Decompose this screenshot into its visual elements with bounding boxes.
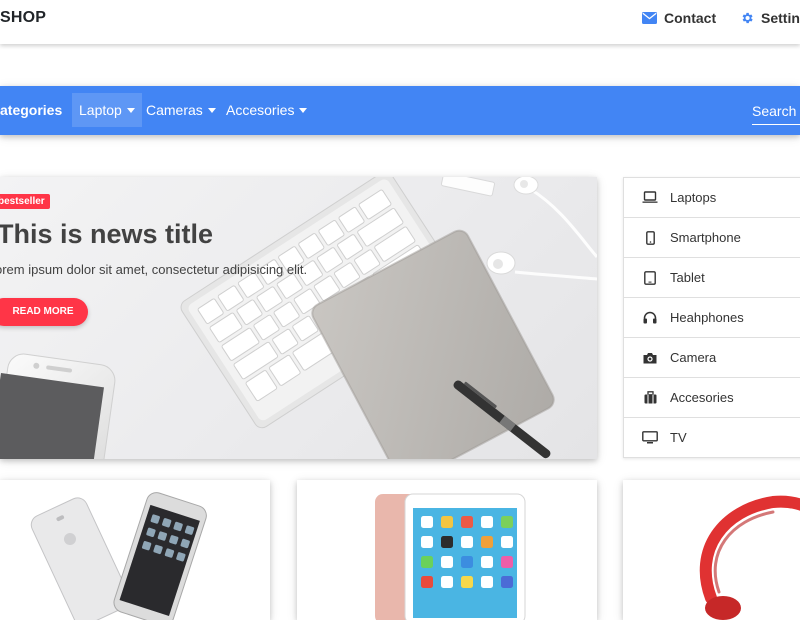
tv-icon xyxy=(641,431,659,444)
tablet-image xyxy=(375,493,526,620)
category-label: Tablet xyxy=(670,270,705,285)
product-card-tablet[interactable] xyxy=(297,480,597,620)
category-label: Camera xyxy=(670,350,717,365)
envelope-icon xyxy=(642,12,657,24)
brand-logo[interactable]: SHOP xyxy=(0,9,46,27)
smartphone-icon xyxy=(641,230,659,245)
search-input[interactable] xyxy=(752,98,800,125)
camera-icon xyxy=(641,352,659,364)
category-list: Laptops Smartphone Tablet Heahphones Cam… xyxy=(623,177,800,458)
category-item-tablet[interactable]: Tablet xyxy=(624,258,800,298)
category-label: Smartphone xyxy=(670,230,741,245)
nav-dropdown-label: Cameras xyxy=(146,102,203,118)
tablet-icon xyxy=(641,270,659,285)
category-item-laptops[interactable]: Laptops xyxy=(624,178,800,218)
laptop-icon xyxy=(641,191,659,204)
category-item-accesories[interactable]: Accesories xyxy=(624,378,800,418)
category-item-tv[interactable]: TV xyxy=(624,418,800,457)
nav-dropdown-label: Laptop xyxy=(79,102,122,118)
smartphones-image xyxy=(30,492,207,620)
hero-title: This is news title xyxy=(0,219,214,249)
contact-link[interactable]: Contact xyxy=(642,10,716,26)
category-label: Heahphones xyxy=(670,310,744,325)
contact-label: Contact xyxy=(664,10,717,26)
category-item-headphones[interactable]: Heahphones xyxy=(624,298,800,338)
settings-link[interactable]: Setting xyxy=(740,10,800,26)
top-header: SHOP Contact Setting xyxy=(0,0,800,44)
briefcase-icon xyxy=(641,391,659,404)
hero-description: orem ipsum dolor sit amet, consectetur a… xyxy=(0,262,308,277)
nav-dropdown-label: Accesories xyxy=(226,102,295,118)
category-navbar: ategories Laptop Cameras Accesories xyxy=(0,86,800,135)
nav-dropdown-accesories[interactable]: Accesories xyxy=(219,93,314,127)
bestseller-badge: bestseller xyxy=(0,194,50,209)
category-item-camera[interactable]: Camera xyxy=(624,338,800,378)
category-label: Accesories xyxy=(670,390,734,405)
gear-icon xyxy=(742,12,753,24)
nav-dropdown-cameras[interactable]: Cameras xyxy=(139,93,223,127)
read-more-button[interactable]: READ MORE xyxy=(0,298,88,326)
category-label: TV xyxy=(670,430,687,445)
product-card-headphones[interactable] xyxy=(623,480,800,620)
hero-banner: bestseller This is news title orem ipsum… xyxy=(0,177,597,459)
category-item-smartphone[interactable]: Smartphone xyxy=(624,218,800,258)
product-card-smartphones[interactable] xyxy=(0,480,270,620)
categories-title[interactable]: ategories xyxy=(0,102,62,118)
caret-down-icon xyxy=(126,108,135,113)
settings-label: Setting xyxy=(761,10,800,26)
caret-down-icon xyxy=(207,108,216,113)
nav-dropdown-laptop[interactable]: Laptop xyxy=(72,93,142,127)
category-label: Laptops xyxy=(670,190,717,205)
caret-down-icon xyxy=(299,108,308,113)
headphones-image xyxy=(699,495,800,620)
headphones-icon xyxy=(641,311,659,324)
